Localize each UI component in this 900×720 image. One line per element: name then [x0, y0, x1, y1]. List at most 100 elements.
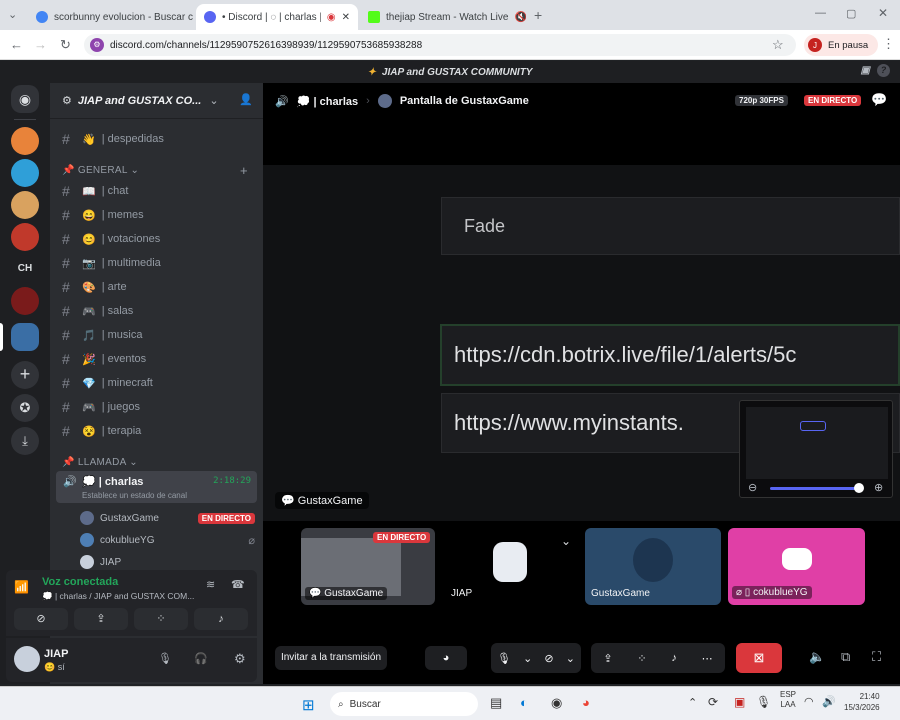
volume-icon[interactable]: 🔈: [809, 649, 825, 665]
stream-video[interactable]: Fade https://cdn.botrix.live/file/1/aler…: [263, 165, 900, 521]
chat-icon[interactable]: 💬: [871, 92, 887, 108]
wifi-icon[interactable]: ◠: [804, 695, 814, 708]
channel-item[interactable]: # 🎮 | salas: [62, 301, 133, 321]
participant-tile[interactable]: ⌀ ▯ cokublueYG: [728, 528, 865, 605]
header-channel[interactable]: 💭 | charlas: [297, 95, 358, 108]
windows-start-icon[interactable]: ⊞: [302, 696, 315, 714]
participant-tile[interactable]: JIAP ⌄: [443, 528, 577, 605]
channel-item[interactable]: # 😄 | memes: [62, 205, 144, 225]
chevron-down-icon[interactable]: ⌄: [566, 652, 575, 665]
close-window-icon[interactable]: ✕: [878, 6, 888, 20]
settings-gear-icon[interactable]: ⚙: [234, 651, 246, 667]
channel-item[interactable]: # 🎵 | musica: [62, 325, 142, 345]
zoom-preview[interactable]: ⊖ ⊕: [739, 400, 893, 498]
download-icon[interactable]: ⤓: [11, 427, 39, 455]
invite-stream-button[interactable]: Invitar a la transmisión: [275, 646, 387, 670]
channel-item[interactable]: # 📷 | multimedia: [62, 253, 161, 273]
back-icon[interactable]: ←: [10, 37, 23, 52]
forward-icon[interactable]: →: [34, 37, 47, 52]
channel-item[interactable]: # 🎉 | eventos: [62, 349, 146, 369]
tray-sync-icon[interactable]: ⟳: [708, 695, 718, 709]
browser-tab-3[interactable]: thejiap Stream - Watch Live 🔇: [360, 4, 526, 30]
server-icon-6[interactable]: [11, 287, 39, 315]
zoom-slider[interactable]: [770, 487, 860, 490]
zoom-out-icon[interactable]: ⊖: [748, 481, 757, 494]
server-icon-4[interactable]: [11, 223, 39, 251]
participant-tile[interactable]: EN DIRECTO 💬 GustaxGame: [301, 528, 435, 605]
discord-home-icon[interactable]: ◉: [11, 85, 39, 113]
activities-icon[interactable]: ⁘: [637, 652, 646, 665]
explore-icon[interactable]: ✪: [11, 394, 39, 422]
category-llamada[interactable]: 📌 LLAMADA ⌄: [62, 457, 138, 468]
soundboard-icon[interactable]: ♪: [671, 652, 677, 664]
activities-button[interactable]: ⁘: [134, 608, 188, 630]
user-avatar[interactable]: [14, 646, 40, 672]
headphones-icon[interactable]: 🎧: [194, 652, 208, 665]
voice-channel-charlas[interactable]: 🔊 💭 | charlas 2:18:29 Establece un estad…: [56, 471, 257, 503]
new-tab-icon[interactable]: +: [534, 7, 542, 23]
share-screen-button[interactable]: ⇪: [74, 608, 128, 630]
tab-list-icon[interactable]: ⌄: [8, 8, 17, 21]
profile-chip[interactable]: J En pausa: [804, 34, 879, 56]
expand-participants-icon[interactable]: ⌄: [561, 534, 571, 548]
add-channel-icon[interactable]: +: [240, 163, 248, 178]
voice-user[interactable]: GustaxGame EN DIRECTO: [80, 509, 255, 527]
mute-tab-icon[interactable]: 🔇: [514, 12, 526, 23]
channel-item[interactable]: # 🎨 | arte: [62, 277, 127, 297]
more-icon[interactable]: ⋯: [702, 652, 713, 665]
add-server-icon[interactable]: +: [11, 361, 39, 389]
inbox-icon[interactable]: ▣: [861, 65, 870, 76]
clock[interactable]: 21:40 15/3/2026: [844, 691, 880, 713]
speaker-volume-icon[interactable]: 🔊: [822, 695, 836, 708]
address-bar[interactable]: ⚙ discord.com/channels/11295907526163989…: [84, 34, 796, 56]
channel-item[interactable]: # 💎 | minecraft: [62, 373, 153, 393]
server-icon-1[interactable]: [11, 127, 39, 155]
file-explorer-icon[interactable]: ▤: [490, 695, 502, 711]
popout-icon[interactable]: ⧉: [841, 649, 850, 665]
server-icon-3[interactable]: [11, 191, 39, 219]
channel-item[interactable]: # 📖 | chat: [62, 181, 128, 201]
tray-mic-icon[interactable]: 🎙: [756, 695, 771, 709]
soundboard-button[interactable]: ♪: [194, 608, 248, 630]
reload-icon[interactable]: ↻: [60, 37, 71, 53]
channel-item-despedidas[interactable]: # 👋 | despedidas: [62, 129, 164, 149]
channel-status[interactable]: Establece un estado de canal: [82, 491, 187, 500]
server-icon-ch[interactable]: CH: [11, 255, 39, 283]
participant-tile[interactable]: GustaxGame: [585, 528, 721, 605]
server-header[interactable]: ⚙ JIAP and GUSTAX CO... ⌄ 👤: [50, 83, 263, 119]
mic-camera-group[interactable]: 🎙 ⌄ ⊘ ⌄: [491, 643, 581, 673]
maximize-icon[interactable]: ▢: [846, 7, 856, 20]
browser-tab-1[interactable]: scorbunny evolucion - Buscar c: [28, 4, 194, 30]
voice-user[interactable]: JIAP: [80, 553, 255, 571]
tray-app-icon[interactable]: ▣: [734, 695, 745, 709]
server-icon-2[interactable]: [11, 159, 39, 187]
obs-icon[interactable]: ◉: [551, 695, 562, 711]
close-tab-icon[interactable]: ✕: [342, 12, 350, 23]
channel-item[interactable]: # 😵 | terapia: [62, 421, 141, 441]
share-screen-icon[interactable]: ⇪: [603, 652, 612, 665]
channel-item[interactable]: # 🎮 | juegos: [62, 397, 140, 417]
noise-suppression-icon[interactable]: ≋: [206, 578, 215, 591]
actions-group[interactable]: ⇪ ⁘ ♪ ⋯: [591, 643, 725, 673]
chrome-icon[interactable]: ◕: [582, 695, 590, 710]
fullscreen-icon[interactable]: ⛶: [872, 649, 881, 665]
language-indicator[interactable]: ESP LAA: [780, 690, 796, 710]
voice-connected-subtitle[interactable]: 💭 | charlas / JIAP and GUSTAX COM...: [42, 591, 194, 602]
leave-call-button[interactable]: ⊠: [736, 643, 782, 673]
microphone-icon[interactable]: 🎙: [158, 652, 172, 665]
disconnect-icon[interactable]: ☎: [231, 578, 245, 591]
signal-icon[interactable]: 📶: [14, 580, 29, 594]
channel-item[interactable]: # 😊 | votaciones: [62, 229, 160, 249]
chevron-down-icon[interactable]: ⌄: [523, 652, 532, 665]
voice-user[interactable]: cokublueYG ⌀: [80, 531, 255, 549]
server-icon-current[interactable]: [11, 323, 39, 351]
camera-off-icon[interactable]: ⊘: [544, 652, 553, 665]
browser-tab-2[interactable]: • Discord | ◌ | charlas | JIA ◉ ✕: [196, 4, 358, 30]
zoom-slider-handle[interactable]: [854, 483, 864, 493]
add-member-icon[interactable]: 👤: [239, 93, 253, 106]
stream-source-button[interactable]: ◕: [425, 646, 467, 670]
category-general[interactable]: 📌 GENERAL ⌄: [62, 165, 139, 176]
menu-kebab-icon[interactable]: ⋮: [882, 36, 895, 52]
help-icon[interactable]: ?: [877, 64, 890, 77]
microphone-icon[interactable]: 🎙: [497, 652, 511, 665]
